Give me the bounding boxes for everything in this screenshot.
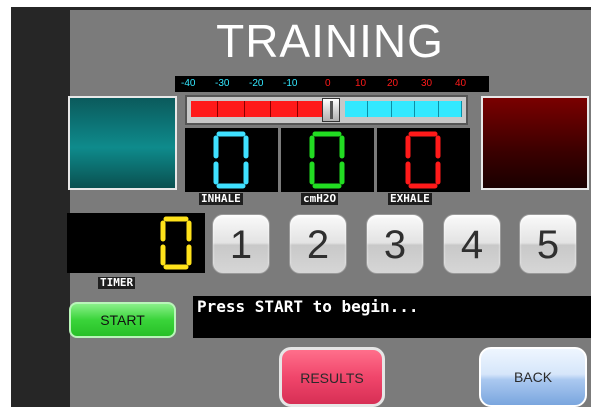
inhale-display bbox=[185, 128, 278, 192]
back-button[interactable]: BACK bbox=[479, 347, 587, 407]
level-3-button[interactable]: 3 bbox=[366, 214, 424, 274]
level-1-button[interactable]: 1 bbox=[212, 214, 270, 274]
page-title: TRAINING bbox=[216, 15, 444, 67]
level-2-button[interactable]: 2 bbox=[289, 214, 347, 274]
exhale-indicator-panel bbox=[481, 96, 589, 190]
timer-display bbox=[67, 213, 205, 273]
pressure-unit-label: cmH2O bbox=[301, 192, 339, 205]
pressure-slider-handle[interactable] bbox=[322, 98, 340, 122]
scale-tick: 10 bbox=[355, 78, 367, 89]
scale-tick: -20 bbox=[249, 78, 264, 89]
scale-tick: 20 bbox=[387, 78, 399, 89]
level-5-button[interactable]: 5 bbox=[519, 214, 577, 274]
scale-tick: 40 bbox=[455, 78, 467, 89]
app-window: TRAINING -40 -30 -20 -10 0 10 20 30 40 I… bbox=[0, 0, 591, 412]
pressure-digit bbox=[309, 131, 345, 189]
inhale-digit bbox=[213, 131, 249, 189]
exhale-display bbox=[377, 128, 470, 192]
scale-tick: -10 bbox=[283, 78, 298, 89]
status-message: Press START to begin... bbox=[193, 296, 591, 338]
scale-tick: -40 bbox=[181, 78, 196, 89]
results-button[interactable]: RESULTS bbox=[279, 347, 385, 407]
level-4-button[interactable]: 4 bbox=[443, 214, 501, 274]
pressure-display bbox=[281, 128, 374, 192]
inhale-label: INHALE bbox=[199, 192, 243, 205]
timer-digit bbox=[160, 216, 192, 270]
scale-tick: 0 bbox=[325, 78, 331, 89]
start-button[interactable]: START bbox=[69, 302, 176, 338]
exhale-label: EXHALE bbox=[388, 192, 432, 205]
inhale-indicator-panel bbox=[68, 96, 177, 190]
scale-tick: -30 bbox=[215, 78, 230, 89]
pressure-scale: -40 -30 -20 -10 0 10 20 30 40 bbox=[175, 76, 489, 92]
exhale-digit bbox=[405, 131, 441, 189]
pressure-bar-positive bbox=[345, 101, 463, 117]
pressure-bar-negative bbox=[191, 101, 325, 117]
timer-label: TIMER bbox=[98, 276, 136, 289]
pressure-bar bbox=[185, 95, 468, 125]
scale-tick: 30 bbox=[421, 78, 433, 89]
